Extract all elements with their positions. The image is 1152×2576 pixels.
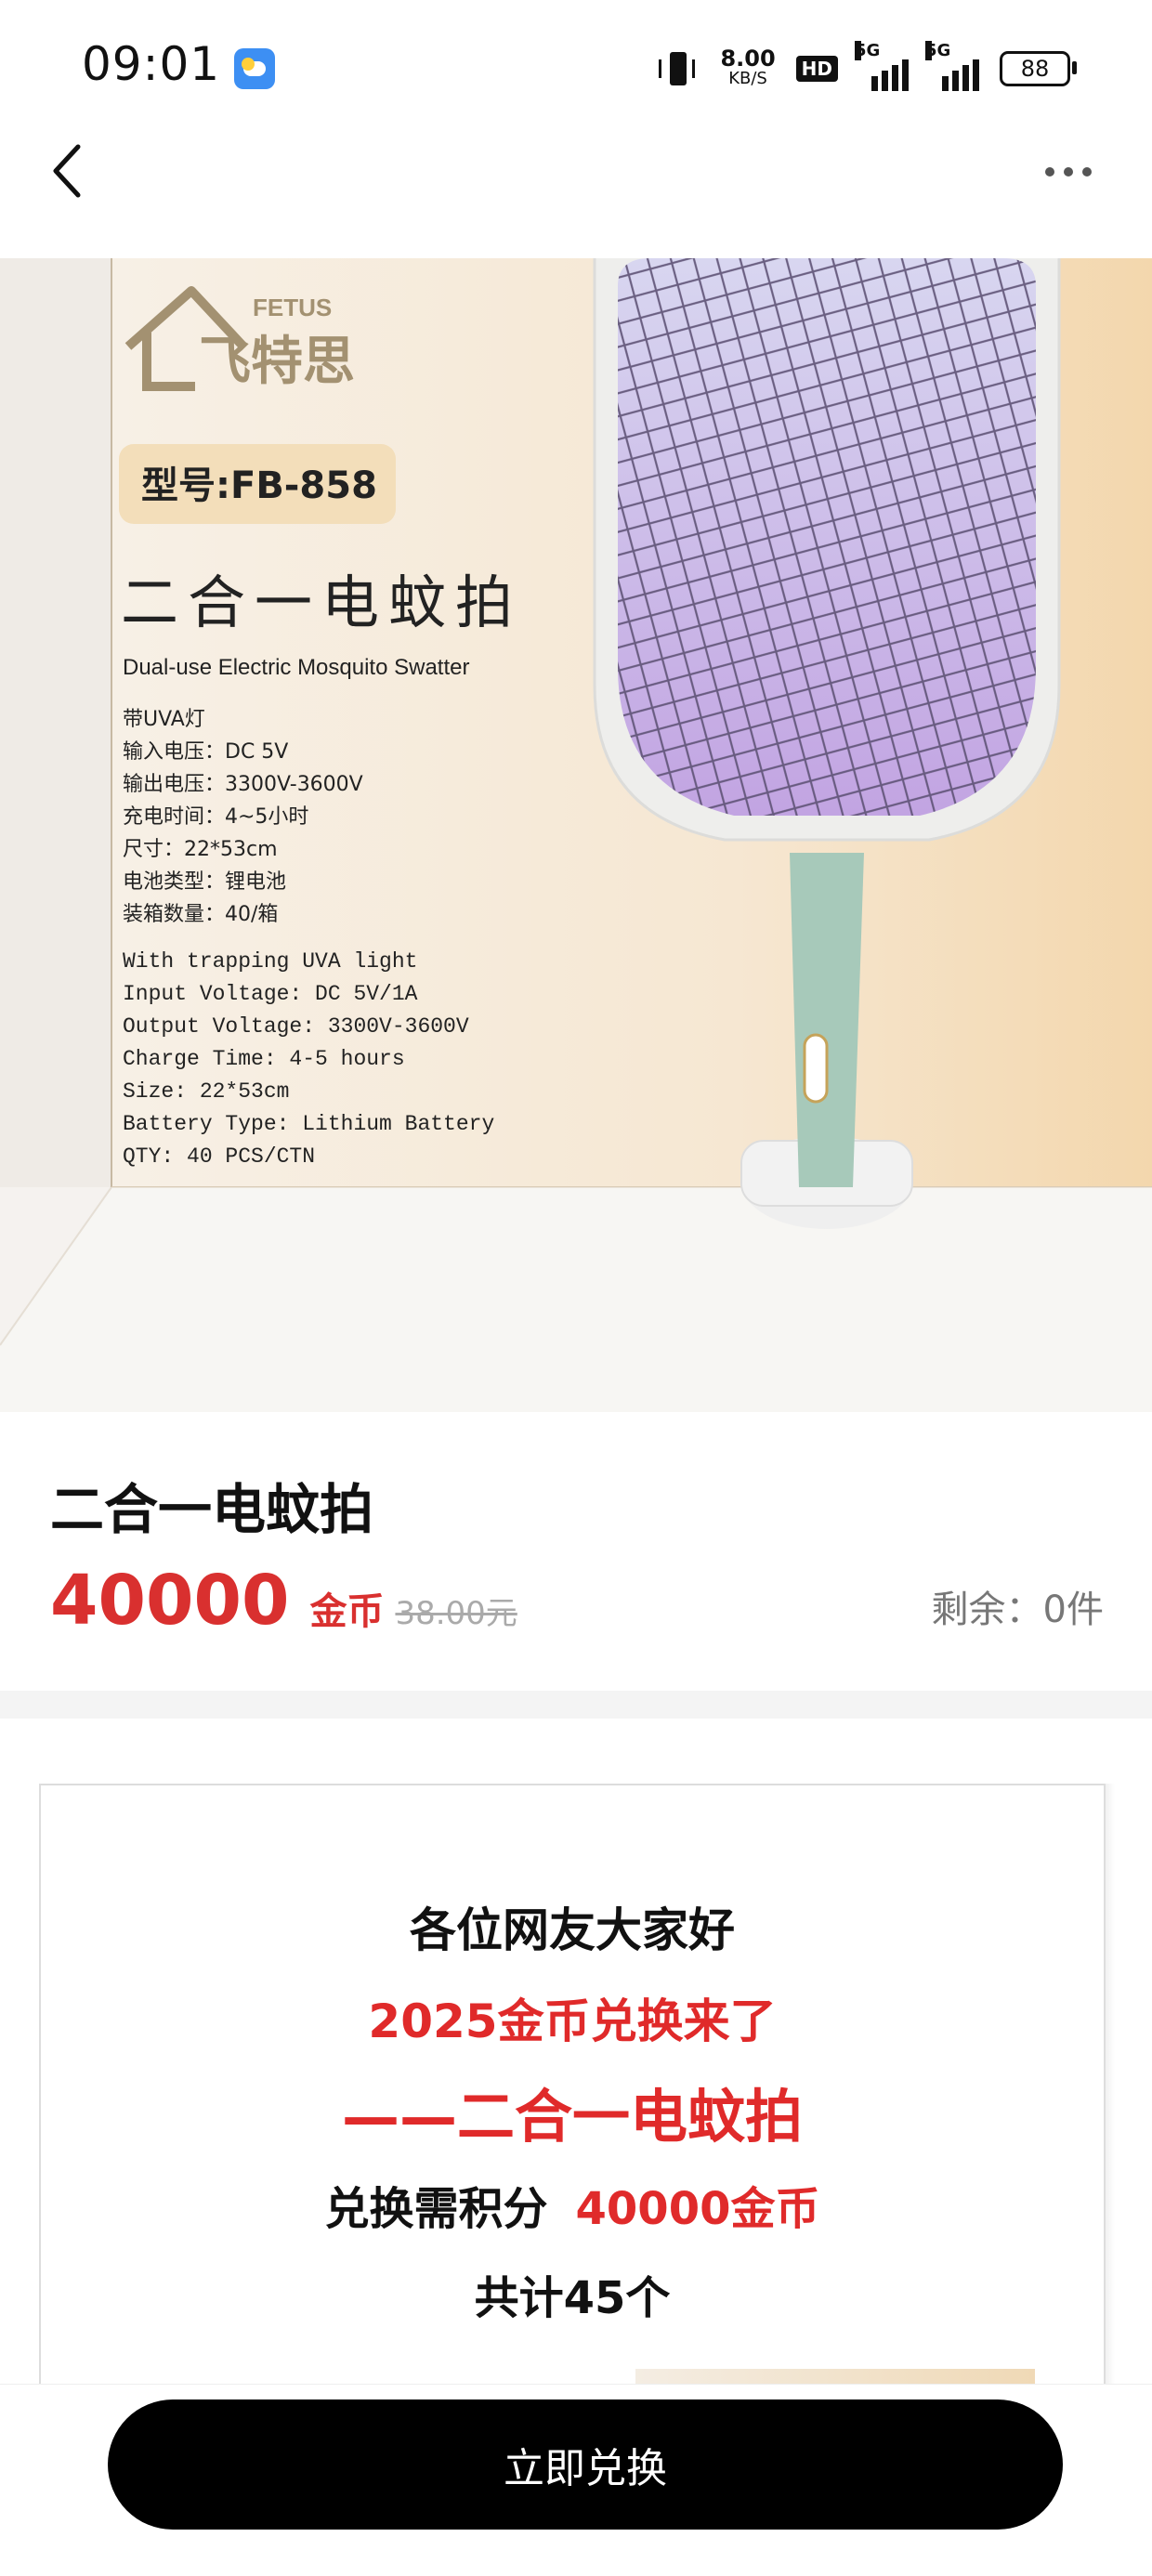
status-icons: 8.00 KB/S HD 5G 5G 88	[659, 41, 1077, 95]
detail-headline: 2025金币兑换来了	[368, 1994, 777, 2048]
battery-icon: 88	[1000, 51, 1077, 86]
net-speed-value: 8.00	[720, 46, 776, 72]
more-dots-icon	[1045, 167, 1054, 177]
detail-quantity: 共计45个	[474, 2272, 671, 2324]
back-button[interactable]	[37, 141, 97, 201]
brand-cn: 飞特思	[199, 332, 355, 392]
status-bar: 09:01 8.00 KB/S HD 5G 5G 88	[0, 0, 1152, 130]
product-detail: 各位网友大家好 2025金币兑换来了 ——二合一电蚊拍 兑换需积分 40000金币…	[0, 1719, 1152, 2436]
stock-label: 剩余：	[931, 1589, 1043, 1631]
points-label: 兑换需积分	[324, 2183, 548, 2235]
more-button[interactable]	[1031, 149, 1106, 195]
spec-en: Battery Type: Lithium Battery	[123, 1112, 494, 1136]
spec-en: Input Voltage: DC 5V/1A	[123, 982, 418, 1006]
spec-cn: 充电时间：4~5小时	[123, 805, 308, 829]
spec-cn: 电池类型：锂电池	[123, 870, 286, 894]
exchange-now-button[interactable]: 立即兑换	[108, 2399, 1063, 2530]
bottom-action-bar: 立即兑换	[0, 2384, 1152, 2576]
spec-cn: 输出电压：3300V-3600V	[123, 773, 363, 796]
spec-en: With trapping UVA light	[123, 949, 417, 974]
spec-cn: 尺寸：22*53cm	[123, 838, 278, 861]
price-value: 40000	[50, 1561, 290, 1641]
stock-remaining: 剩余：0件	[932, 1579, 1104, 1633]
stock-value: 0件	[1042, 1589, 1104, 1631]
product-image-canvas: FETUS 飞特思 型号:FB-858 二合一电蚊拍 Dual-use Elec…	[0, 258, 1152, 1412]
model-number: 型号:FB-858	[141, 464, 377, 507]
spec-en: Charge Time: 4-5 hours	[123, 1047, 405, 1071]
net-speed-unit: KB/S	[728, 69, 767, 88]
spec-cn: 装箱数量：40/箱	[123, 903, 278, 926]
chevron-left-icon	[53, 144, 81, 198]
nav-bar	[0, 130, 1152, 258]
original-price: 38.00元	[395, 1595, 517, 1632]
spec-en: Output Voltage: 3300V-3600V	[123, 1014, 469, 1039]
spec-en: QTY: 40 PCS/CTN	[123, 1144, 315, 1169]
hd-badge: HD	[795, 56, 838, 82]
product-image[interactable]: FETUS 飞特思 型号:FB-858 二合一电蚊拍 Dual-use Elec…	[0, 258, 1152, 1412]
signal-1-label: 5G	[855, 41, 881, 60]
spec-cn: 输入电压：DC 5V	[123, 740, 288, 764]
headline-en: Dual-use Electric Mosquito Swatter	[123, 655, 469, 680]
detail-points-required: 兑换需积分 40000金币	[41, 2172, 1104, 2237]
status-time: 09:01	[82, 37, 221, 91]
weather-icon	[234, 48, 275, 89]
detail-card: 各位网友大家好 2025金币兑换来了 ——二合一电蚊拍 兑换需积分 40000金币…	[39, 1784, 1106, 2436]
price-unit: 金币	[309, 1590, 385, 1633]
detail-product-name: ——二合一电蚊拍	[341, 2083, 803, 2151]
brand-en: FETUS	[253, 294, 332, 321]
signal-icon-1: 5G	[855, 41, 909, 91]
price-row: 40000 金币 38.00元	[50, 1561, 517, 1641]
headline-cn: 二合一电蚊拍	[121, 569, 522, 636]
points-value: 40000金币	[575, 2183, 820, 2235]
product-info: 二合一电蚊拍 40000 金币 38.00元 剩余：0件	[0, 1412, 1152, 1691]
signal-icon-2: 5G	[925, 41, 979, 91]
product-title: 二合一电蚊拍	[50, 1478, 374, 1541]
section-divider	[0, 1691, 1152, 1719]
signal-2-label: 5G	[925, 41, 951, 60]
vibrate-icon	[659, 50, 700, 87]
spec-cn: 带UVA灯	[123, 708, 205, 731]
detail-greeting: 各位网友大家好	[410, 1903, 735, 1957]
network-speed: 8.00 KB/S	[720, 46, 776, 89]
spec-en: Size: 22*53cm	[123, 1079, 289, 1104]
